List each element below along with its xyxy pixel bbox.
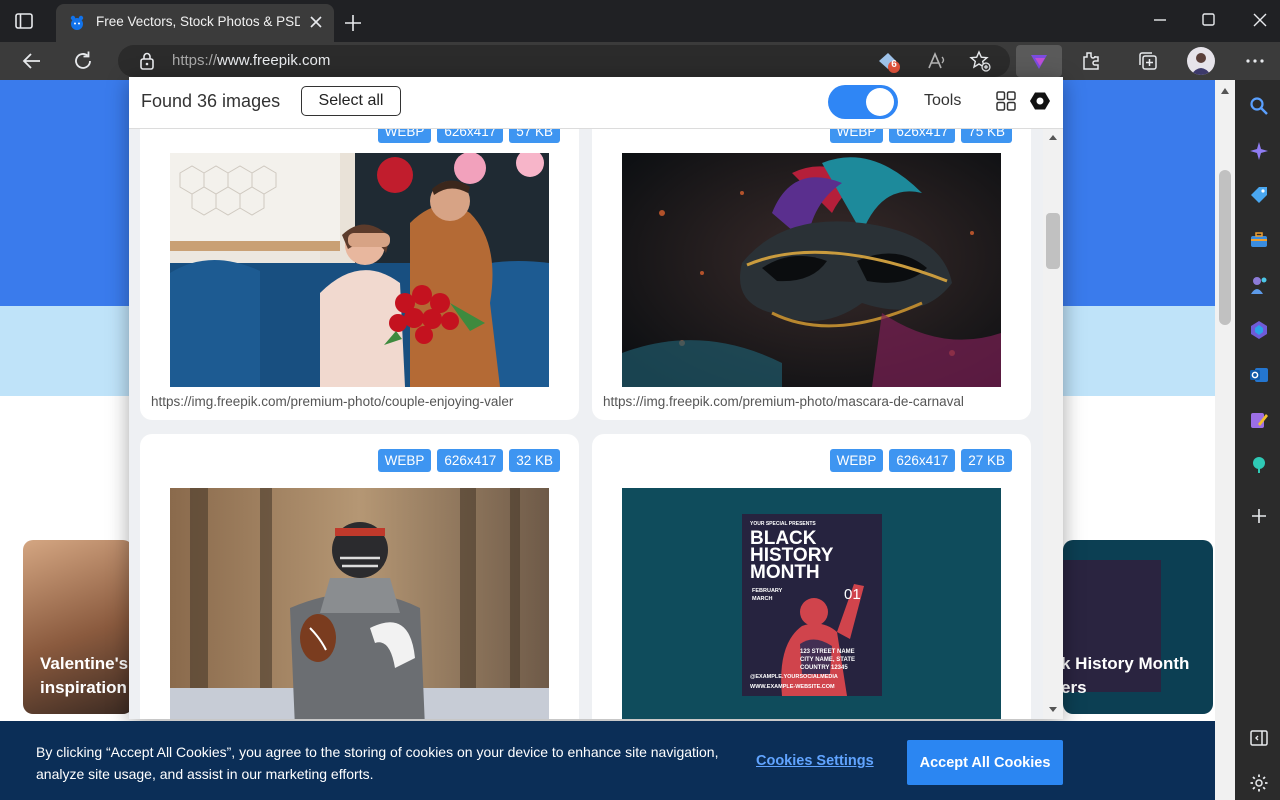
tab-title: Free Vectors, Stock Photos & PSD [96,14,300,29]
accept-all-cookies-button[interactable]: Accept All Cookies [907,740,1063,785]
valentines-card-title: Valentine's inspiration [40,654,129,697]
popup-scroll-down-icon[interactable] [1049,707,1057,712]
poster-title: BLACK HISTORY MONTH [750,528,834,583]
black-history-card[interactable]: k History Month ers [1063,540,1213,714]
dimensions-badge: 626x417 [889,449,956,472]
games-icon[interactable] [1249,275,1269,295]
browser-window: Free Vectors, Stock Photos & PSD https:/… [0,0,1280,800]
image-card[interactable]: WEBP 626x417 75 KB https://img.freepik.c… [592,129,1031,420]
add-favorite-icon[interactable] [968,49,992,73]
collections-icon[interactable] [1136,49,1160,73]
image-thumbnail-carnival-mask[interactable] [622,153,1001,387]
poster-months: FEBRUARY MARCH [752,588,783,602]
image-thumbnail-football-player[interactable] [170,488,549,719]
cookie-consent-banner: By clicking “Accept All Cookies”, you ag… [0,721,1215,800]
image-badges: WEBP 626x417 27 KB [829,449,1012,472]
freepik-favicon-icon [68,14,86,32]
image-thumbnail-black-history-poster[interactable]: YOUR SPECIAL PRESENTS BLACK HISTORY MONTH … [622,488,1001,719]
dimensions-badge: 626x417 [437,129,504,143]
active-tab[interactable]: Free Vectors, Stock Photos & PSD [56,4,334,42]
address-bar[interactable]: https://www.freepik.com 6 [118,45,1010,77]
tab-close-icon[interactable] [308,14,324,30]
more-options-icon[interactable] [1243,49,1267,73]
image-badges: WEBP 626x417 57 KB [377,129,560,143]
title-bar: Free Vectors, Stock Photos & PSD [0,0,1280,42]
microsoft-365-icon[interactable] [1249,320,1269,340]
valentines-card[interactable]: Valentine's inspiration [23,540,133,714]
tools-briefcase-icon[interactable] [1249,230,1269,250]
copilot-sparkle-icon[interactable] [1249,141,1269,161]
image-grid: WEBP 626x417 57 KB https://img.freepik.c… [129,129,1063,719]
format-badge: WEBP [829,449,884,472]
format-badge: WEBP [829,129,884,143]
size-badge: 27 KB [961,449,1012,472]
profile-avatar[interactable] [1187,47,1215,75]
popup-scroll-thumb[interactable] [1046,213,1060,269]
outlook-icon[interactable] [1249,365,1269,385]
black-history-card-title: k History Month ers [1063,654,1190,697]
image-card[interactable]: WEBP 626x417 27 KB YOUR SPECIAL PRESENTS [592,434,1031,719]
image-badges: WEBP 626x417 75 KB [829,129,1012,143]
minimize-icon[interactable] [1148,8,1172,32]
size-badge: 32 KB [509,449,560,472]
tools-menu[interactable]: Tools [924,92,961,110]
edge-sidebar [1235,80,1280,800]
tab-actions-icon[interactable] [14,11,34,31]
poster-social: @EXAMPLE.YOURSOCIALMEDIA [750,674,838,680]
browser-toolbar: https://www.freepik.com 6 [0,42,1280,80]
found-images-count: Found 36 images [141,91,281,111]
poster-day: 01 [844,586,861,603]
drop-note-icon[interactable] [1249,410,1269,430]
poster-kicker: YOUR SPECIAL PRESENTS [750,521,816,527]
shopping-tag-icon[interactable] [1249,185,1269,205]
settings-gear-icon[interactable] [1249,773,1269,793]
close-window-icon[interactable] [1248,8,1272,32]
grid-view-icon[interactable] [995,90,1017,112]
image-downloader-extension-button[interactable] [1016,45,1062,77]
page-scroll-up-icon[interactable] [1221,88,1229,94]
image-card[interactable]: WEBP 626x417 57 KB https://img.freepik.c… [140,129,579,420]
image-downloader-popup: Found 36 images Select all Tools WEBP 62… [129,77,1063,719]
refresh-icon[interactable] [71,49,95,73]
poster-address: 123 STREET NAME CITY NAME, STATE COUNTRY 1… [800,649,856,671]
cookie-message: By clicking “Accept All Cookies”, you ag… [36,744,719,782]
format-badge: WEBP [377,129,432,143]
add-sidebar-app-icon[interactable] [1249,506,1269,526]
image-card[interactable]: WEBP 626x417 32 KB [140,434,579,719]
format-badge: WEBP [377,449,432,472]
image-downloader-icon [1031,55,1047,69]
settings-hexagon-icon[interactable] [1029,90,1051,112]
select-all-button[interactable]: Select all [301,86,401,116]
new-tab-icon[interactable] [342,12,364,34]
cookies-settings-link[interactable]: Cookies Settings [756,753,874,769]
popup-scroll-up-icon[interactable] [1049,135,1057,140]
maximize-icon[interactable] [1196,8,1220,32]
hide-sidebar-icon[interactable] [1249,728,1269,748]
page-scrollbar[interactable] [1215,80,1235,800]
dimensions-badge: 626x417 [437,449,504,472]
lock-icon[interactable] [138,51,156,71]
popup-header: Found 36 images Select all Tools [129,77,1063,129]
tree-icon[interactable] [1249,455,1269,475]
image-url[interactable]: https://img.freepik.com/premium-photo/co… [151,394,571,409]
poster: YOUR SPECIAL PRESENTS BLACK HISTORY MONTH … [742,514,882,696]
back-icon[interactable] [20,49,44,73]
toggle-knob [866,88,894,116]
show-images-toggle[interactable] [828,85,898,119]
page-scroll-thumb[interactable] [1219,170,1231,325]
image-thumbnail-couple[interactable] [170,153,549,387]
popup-scrollbar[interactable] [1043,129,1063,719]
tracking-count-badge: 6 [891,59,897,70]
size-badge: 57 KB [509,129,560,143]
read-aloud-icon[interactable] [926,49,950,73]
search-icon[interactable] [1249,96,1269,116]
extensions-icon[interactable] [1079,49,1103,73]
dimensions-badge: 626x417 [889,129,956,143]
url-text[interactable]: https://www.freepik.com [172,52,330,69]
tracking-prevention-icon[interactable]: 6 [876,49,900,73]
poster-website: WWW.EXAMPLE-WEBSITE.COM [750,684,835,690]
image-url[interactable]: https://img.freepik.com/premium-photo/ma… [603,394,1023,409]
size-badge: 75 KB [961,129,1012,143]
image-badges: WEBP 626x417 32 KB [377,449,560,472]
